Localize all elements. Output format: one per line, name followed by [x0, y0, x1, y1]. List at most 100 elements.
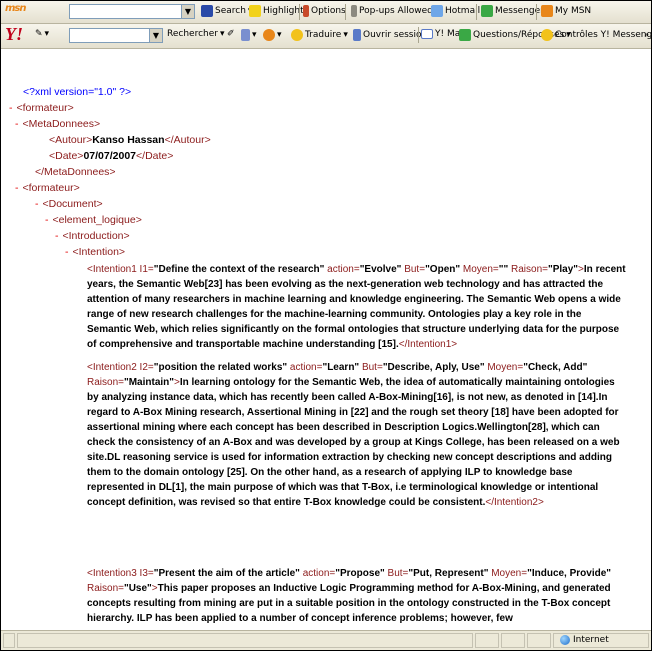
xml-tag: <formateur>: [22, 182, 80, 194]
xml-attr-value: "": [498, 264, 509, 275]
xml-attr-name: Moyen=: [488, 568, 528, 579]
collapse-toggle[interactable]: -: [15, 118, 19, 130]
xml-tag: <Date>: [49, 150, 84, 162]
mymsn-icon: [541, 5, 553, 17]
xml-tag: <Intention3 I3=: [87, 568, 154, 579]
xml-node-intention1: <Intention1 I1="Define the context of th…: [87, 262, 627, 352]
xml-attr-value: "Maintain": [123, 377, 175, 388]
popups-label: Pop-ups Allowed: [359, 6, 433, 16]
search-label: Search: [215, 6, 246, 16]
xml-text: 07/07/2007: [83, 150, 137, 162]
collapse-toggle[interactable]: -: [15, 182, 19, 194]
xml-tag: <formateur>: [16, 102, 74, 114]
msn-search-input[interactable]: ▼: [69, 4, 195, 19]
ouvrir-session-button[interactable]: Ouvrir session: [353, 29, 427, 41]
search-icon: [201, 5, 213, 17]
xml-node-formateur2[interactable]: - <formateur>: [15, 181, 80, 196]
msn-toolbar: msn ▼ Search ▾ Highlight Options Pop-ups…: [1, 1, 651, 24]
security-zone[interactable]: Internet: [553, 633, 649, 648]
highlight-button[interactable]: Highlight: [249, 5, 304, 17]
xml-attr-name: action=: [287, 362, 323, 373]
xml-node-element-logique[interactable]: - <element_logique>: [45, 213, 142, 228]
xml-node-autour: <Autour>Kanso Hassan</Autour>: [49, 133, 211, 148]
xml-declaration: <?xml version="1.0" ?>: [23, 86, 132, 98]
collapse-toggle[interactable]: -: [45, 214, 49, 226]
bookmark-button[interactable]: ▾: [241, 29, 257, 41]
popups-button[interactable]: Pop-ups Allowed ▾: [351, 5, 439, 17]
pen-icon: ✎: [35, 29, 43, 39]
messenger-button[interactable]: Messenger: [481, 5, 544, 17]
yahoo-toolbar: Y! ✎ ▾ ▼ Rechercher ▾ ✐ ▾ ▾ Traduire ▾ Ou…: [1, 24, 651, 49]
status-bar: Internet: [1, 630, 651, 650]
traduire-label: Traduire: [305, 30, 342, 40]
toolbar-overflow-icon[interactable]: »: [644, 30, 649, 39]
chevron-down-icon[interactable]: ▼: [181, 5, 194, 18]
xml-attr-name: Raison=: [508, 264, 548, 275]
options-button[interactable]: Options: [303, 5, 346, 17]
xml-tag: <Intention2 I2=: [87, 362, 154, 373]
collapse-toggle[interactable]: -: [9, 102, 13, 114]
zone-label: Internet: [573, 635, 609, 645]
xml-text: In learning ontology for the Semantic We…: [87, 377, 620, 508]
login-icon: [353, 29, 361, 41]
collapse-toggle[interactable]: -: [55, 230, 59, 242]
xml-tag: <element_logique>: [52, 214, 142, 226]
xml-node-formateur[interactable]: - <formateur>: [9, 101, 74, 116]
hotmail-button[interactable]: Hotmail: [431, 5, 480, 17]
pen-menu[interactable]: ✎ ▾: [35, 29, 49, 39]
xml-tag: <Intention>: [72, 246, 126, 258]
xml-text: This paper proposes an Inductive Logic P…: [87, 583, 611, 624]
xml-document-view: <?xml version="1.0" ?> - <formateur> - <Me…: [1, 49, 651, 629]
xml-tag: <Introduction>: [62, 230, 130, 242]
xml-attr-value: "Open": [425, 264, 461, 275]
highlight-label: Highlight: [263, 6, 304, 16]
xml-node-intention3: <Intention3 I3="Present the aim of the a…: [87, 566, 627, 628]
xml-attr-value: "Play": [547, 264, 579, 275]
xml-attr-name: Raison=: [87, 377, 124, 388]
xml-attr-value: "Define the context of the research": [153, 264, 325, 275]
collapse-toggle[interactable]: -: [35, 198, 39, 210]
xml-node-document[interactable]: - <Document>: [35, 197, 103, 212]
xml-attr-value: "Use": [123, 583, 152, 594]
xml-text: Kanso Hassan: [92, 134, 165, 146]
msn-search-button[interactable]: Search ▾: [201, 5, 252, 17]
xml-attr-name: Raison=: [87, 583, 124, 594]
xml-node-intention[interactable]: - <Intention>: [65, 245, 125, 260]
bookmark-icon: [241, 29, 250, 41]
xml-text: In: [583, 264, 593, 275]
antispy-button[interactable]: ▾: [263, 29, 282, 41]
xml-attr-value: "Induce, Provide": [527, 568, 612, 579]
xml-attr-name: action=: [324, 264, 360, 275]
xml-tag: </Autour>: [164, 134, 211, 146]
xml-node-metadonnees[interactable]: - <MetaDonnees>: [15, 117, 100, 132]
rechercher-button[interactable]: Rechercher ▾: [167, 29, 225, 39]
status-cell: [475, 633, 499, 648]
xml-tag: <Autour>: [49, 134, 93, 146]
collapse-toggle[interactable]: -: [65, 246, 69, 258]
translate-icon: [291, 29, 303, 41]
msn-logo[interactable]: msn: [5, 3, 26, 21]
rechercher-label: Rechercher: [167, 29, 218, 39]
highlight-icon: [249, 5, 261, 17]
mymsn-label: My MSN: [555, 6, 592, 16]
pencil-icon: ✐: [227, 29, 235, 39]
messenger-smiley-icon: [541, 29, 553, 41]
xml-tag: <Document>: [42, 198, 103, 210]
controles-button[interactable]: Contrôles Y! Messenger ▾: [541, 29, 651, 41]
xml-node-introduction[interactable]: - <Introduction>: [55, 229, 130, 244]
yahoo-logo[interactable]: Y!: [5, 24, 23, 45]
hotmail-icon: [431, 5, 443, 17]
xml-attr-value: "Propose": [335, 568, 385, 579]
mymsn-button[interactable]: My MSN: [541, 5, 591, 17]
traduire-button[interactable]: Traduire ▾: [291, 29, 348, 41]
options-label: Options: [311, 6, 346, 16]
pencil-button[interactable]: ✐: [227, 29, 235, 39]
xml-tag: </Date>: [136, 150, 174, 162]
yahoo-search-input[interactable]: ▼: [69, 28, 163, 43]
chevron-down-icon[interactable]: ▼: [149, 29, 162, 42]
xml-attr-value: "Evolve": [359, 264, 402, 275]
xml-attr-name: But=: [401, 264, 426, 275]
xml-attr-value: "Check, Add": [523, 362, 588, 373]
xml-attr-value: "position the related works": [153, 362, 288, 373]
mail-icon: [421, 29, 433, 39]
